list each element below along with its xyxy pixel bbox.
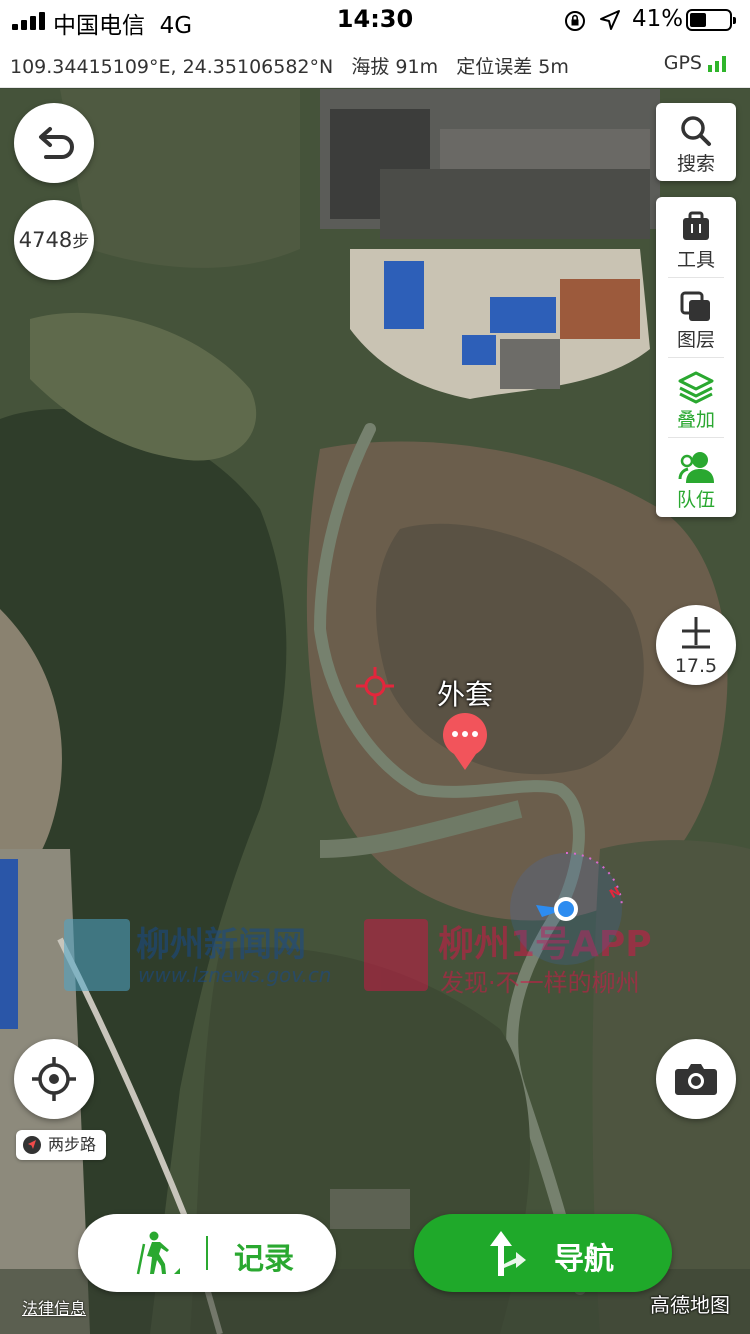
record-button[interactable]: 记录 <box>78 1214 336 1292</box>
location-readout: 109.34415109°E, 24.35106582°N 海拔 91m 定位误… <box>10 52 569 79</box>
gps-label: GPS <box>663 52 702 74</box>
search-item[interactable]: 搜索 <box>656 103 736 183</box>
status-bar: 中国电信 4G 14:30 41% <box>0 0 750 40</box>
step-unit: 步 <box>72 232 90 252</box>
satellite-map[interactable]: 柳州新闻网 www.lznews.gov.cn 柳州1号APP 发现·不一样的柳… <box>0 89 750 1334</box>
compass-arrow-icon <box>23 1136 41 1154</box>
location-info-bar: 109.34415109°E, 24.35106582°N 海拔 91m 定位误… <box>0 40 750 88</box>
battery-icon <box>686 9 736 31</box>
navigate-button[interactable]: 导航 <box>414 1214 672 1292</box>
locate-target-icon <box>32 1057 76 1101</box>
back-button[interactable] <box>14 103 94 183</box>
layers-icon <box>680 291 710 321</box>
layers-button[interactable]: 图层 <box>656 277 736 357</box>
waypoint-label[interactable]: 外套 <box>420 673 510 713</box>
team-label: 队伍 <box>676 489 715 511</box>
map-toolbar: 工具 图层 叠加 队伍 <box>656 197 736 517</box>
zoom-level: 17.5 <box>674 655 718 677</box>
watermark-lznews: 柳州新闻网 www.lznews.gov.cn <box>64 915 336 1005</box>
map-provider-logo: 高德地图 <box>650 1293 730 1317</box>
altitude: 海拔 91m <box>351 56 439 78</box>
overlay-label: 叠加 <box>676 409 715 431</box>
camera-icon <box>675 1064 717 1095</box>
team-button[interactable]: 队伍 <box>656 437 736 517</box>
liuzhou-app-logo <box>364 919 428 991</box>
zoom-plus-icon <box>682 617 710 649</box>
carrier-name: 中国电信 <box>53 13 145 39</box>
battery-fill <box>690 13 706 27</box>
record-divider <box>206 1236 208 1270</box>
carrier-label: 中国电信 4G <box>53 6 192 40</box>
undo-arrow-icon <box>39 127 74 159</box>
waypoint-pin-icon[interactable] <box>440 710 490 772</box>
search-label: 搜索 <box>676 153 715 175</box>
legal-info-link[interactable]: 法律信息 <box>22 1295 86 1319</box>
hiker-icon <box>136 1231 180 1275</box>
network-type: 4G <box>159 13 193 39</box>
overlay-stack-icon <box>678 371 714 404</box>
camera-button[interactable] <box>656 1039 736 1119</box>
tools-label: 工具 <box>676 249 715 271</box>
route-chip-label: 两步路 <box>48 1135 97 1154</box>
watermark-left-url: www.lznews.gov.cn <box>138 963 332 987</box>
navigate-label: 导航 <box>554 1242 614 1277</box>
toolbox-icon <box>683 211 709 240</box>
team-people-icon <box>678 452 714 483</box>
locate-me-button[interactable] <box>14 1039 94 1119</box>
gps-signal-icon <box>708 56 728 72</box>
signal-strength-icon <box>12 12 46 30</box>
overlay-button[interactable]: 叠加 <box>656 357 736 437</box>
tools-button[interactable]: 工具 <box>656 197 736 277</box>
lznews-logo <box>64 919 130 991</box>
current-location-icon: N <box>510 852 623 965</box>
layers-label: 图层 <box>676 329 715 351</box>
search-button[interactable]: 搜索 <box>656 103 736 181</box>
record-label: 记录 <box>234 1242 294 1277</box>
navigation-turn-arrow-icon <box>490 1231 526 1276</box>
zoom-button[interactable]: 17.5 <box>656 605 736 685</box>
coordinates: 109.34415109°E, 24.35106582°N <box>10 56 334 78</box>
battery-percent: 41% <box>632 6 684 32</box>
step-count: 4748 <box>18 228 73 252</box>
map-center-crosshair-icon <box>356 667 394 705</box>
rotation-lock-icon <box>565 11 585 31</box>
step-counter-button[interactable]: 4748步 <box>14 200 94 280</box>
location-arrow-icon <box>600 10 620 30</box>
route-chip[interactable]: 两步路 <box>16 1130 107 1160</box>
watermark-left-title: 柳州新闻网 <box>136 925 306 965</box>
search-icon <box>681 116 711 146</box>
satellite-imagery <box>0 89 750 1334</box>
location-accuracy: 定位误差 5m <box>456 56 569 78</box>
